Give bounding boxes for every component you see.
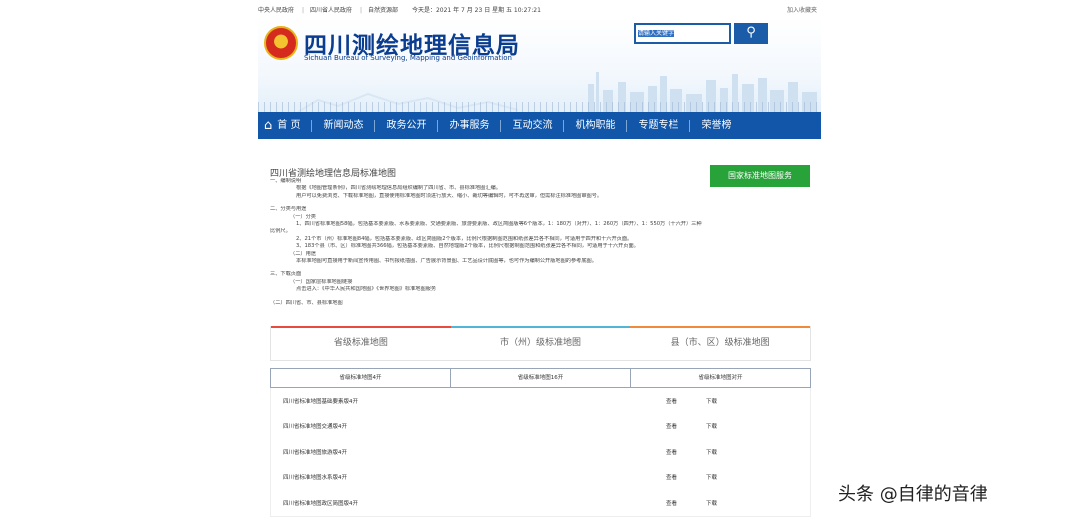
nav-honors[interactable]: 荣誉榜: [690, 112, 742, 139]
table-body: 四川省标准地图基础要素版4开 查看 下载 四川省标准地图交通版4开 查看 下载 …: [270, 388, 811, 517]
top-bar: 中央人民政府 | 四川省人民政府 | 自然资源部 今天是：2021 年 7 月 23…: [258, 0, 821, 18]
nav-news[interactable]: 新闻动态: [312, 112, 374, 139]
sub-heading: （二）四川省、市、县标准地图: [270, 299, 343, 306]
table-row: 四川省标准地图基础要素版4开 查看 下载: [271, 388, 810, 414]
search-button[interactable]: ⚲: [734, 23, 768, 44]
download-link[interactable]: 下载: [706, 473, 746, 481]
paragraph: 比例尺。: [270, 228, 291, 235]
site-header: 四川测绘地理信息局 Sichuan Bureau of Surveying, M…: [258, 18, 821, 112]
download-link[interactable]: 下载: [706, 422, 746, 430]
map-name: 四川省标准地图旅游版4开: [283, 449, 348, 456]
tab-county[interactable]: 县（市、区）级标准地图: [630, 326, 810, 360]
map-level-tabs: 省级标准地图 市（州）级标准地图 县（市、区）级标准地图: [270, 326, 811, 361]
nav-home[interactable]: ⌂ 首 页: [258, 112, 311, 139]
tab-provincial[interactable]: 省级标准地图: [271, 326, 451, 360]
table-row: 四川省标准地图旅游版4开 查看 下载: [271, 439, 810, 465]
filter-duikai[interactable]: 省级标准地图对开: [631, 369, 810, 387]
sub-heading: （一）分类: [290, 213, 316, 220]
section-heading: 三、下载页面: [270, 271, 302, 278]
table-row: 四川省标准地图交通版4开 查看 下载: [271, 414, 810, 440]
link-sichuan-gov[interactable]: 四川省人民政府: [310, 7, 352, 14]
section-heading: 一、编制说明: [270, 178, 302, 184]
watermark-text: 头条 @自律的音律: [838, 484, 988, 505]
table-row: 四川省标准地图政区简图版4开 查看 下载: [271, 490, 810, 516]
paragraph: 用户可以免费浏览、下载标准地图，直接使用标准地图时须进行放大、缩小、裁切等编辑时…: [296, 192, 603, 199]
filter-16k[interactable]: 省级标准地图16开: [451, 369, 631, 387]
nav-special-topics[interactable]: 专题专栏: [627, 112, 689, 139]
map-name: 四川省标准地图政区简图版4开: [283, 500, 359, 507]
map-download-table: 省级标准地图4开 省级标准地图16开 省级标准地图对开 四川省标准地图基础要素版…: [270, 368, 811, 517]
view-link[interactable]: 查看: [666, 397, 706, 405]
ruler-decoration: [258, 102, 821, 112]
nav-home-label: 首 页: [277, 120, 301, 131]
paragraph: 根据《地图管理条例》，四川省测绘地理信息局组织编制了四川省、市、县标准地图汇编。: [296, 185, 501, 192]
map-name: 四川省标准地图基础要素版4开: [283, 398, 359, 405]
article-body: 一、编制说明 根据《地图管理条例》，四川省测绘地理信息局组织编制了四川省、市、县…: [270, 178, 810, 307]
top-links: 中央人民政府 | 四川省人民政府 | 自然资源部: [258, 5, 402, 14]
filter-4k[interactable]: 省级标准地图4开: [271, 369, 451, 387]
current-date: 今天是：2021 年 7 月 23 日 星期 五 10:27:21: [411, 6, 541, 14]
map-name: 四川省标准地图水系版4开: [283, 475, 348, 482]
download-link[interactable]: 下载: [706, 499, 746, 507]
view-link[interactable]: 查看: [666, 422, 706, 430]
view-link[interactable]: 查看: [666, 499, 706, 507]
nav-organization[interactable]: 机构职能: [564, 112, 626, 139]
link-central-gov[interactable]: 中央人民政府: [258, 7, 294, 14]
nav-services[interactable]: 办事服务: [438, 112, 500, 139]
search-icon: ⚲: [746, 25, 756, 40]
download-link[interactable]: 下载: [706, 397, 746, 405]
view-link[interactable]: 查看: [666, 448, 706, 456]
paragraph: 1、四川省标准地图58幅，包括基本要素版、水系要素版、交通要素版、旅游要素版、政…: [296, 221, 702, 228]
national-map-link[interactable]: 点击进入：《中华人民共和国地图》《世界地图》标准地图服务: [270, 286, 810, 293]
home-icon: ⌂: [264, 118, 273, 133]
table-row: 四川省标准地图水系版4开 查看 下载: [271, 465, 810, 491]
add-favorite-link[interactable]: 加入收藏夹: [787, 5, 817, 14]
table-header: 省级标准地图4开 省级标准地图16开 省级标准地图对开: [270, 368, 811, 388]
paragraph: 2、21个市（州）标准地图84幅，包括基本要素版、政区简图版2个版本，比例尺根据…: [296, 235, 633, 242]
separator: |: [302, 6, 305, 14]
search-input[interactable]: 请输入关键字: [634, 23, 731, 44]
search-placeholder: 请输入关键字: [638, 30, 675, 37]
sub-heading: （一）国家层标准地图链接: [290, 278, 353, 285]
link-natural-resources[interactable]: 自然资源部: [368, 7, 398, 14]
paragraph: 3、183个县（市、区）标准地图共366幅，包括基本要素版、自然地理版2个版本，…: [296, 243, 639, 250]
paragraph: 本标准地图可直接用于新闻宣传用图、书刊报纸插图、广告展示背景图、工艺品设计底图等…: [296, 258, 597, 265]
view-link[interactable]: 查看: [666, 473, 706, 481]
nav-interaction[interactable]: 互动交流: [501, 112, 563, 139]
download-link[interactable]: 下载: [706, 448, 746, 456]
site-subtitle: Sichuan Bureau of Surveying, Mapping and…: [304, 54, 512, 62]
sub-heading: （二）用途: [290, 250, 316, 257]
section-heading: 二、分类与用途: [270, 206, 307, 213]
nav-government-affairs[interactable]: 政务公开: [375, 112, 437, 139]
separator: |: [359, 6, 363, 14]
tab-city[interactable]: 市（州）级标准地图: [450, 326, 631, 360]
national-emblem-icon: [264, 26, 298, 60]
main-navigation: ⌂ 首 页 新闻动态 政务公开 办事服务 互动交流 机构职能 专题专栏 荣誉榜: [258, 112, 821, 139]
map-name: 四川省标准地图交通版4开: [283, 424, 348, 431]
